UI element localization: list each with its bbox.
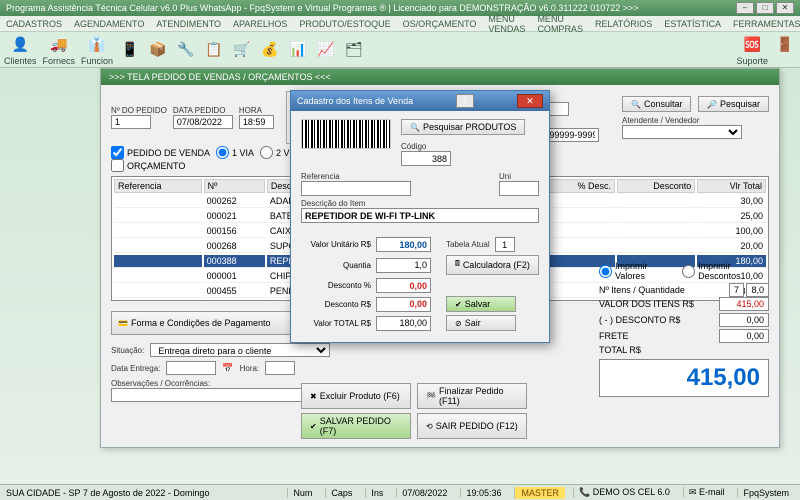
sair-pedido-button[interactable]: ⟲ SAIR PEDIDO (F12): [417, 413, 527, 439]
modal-close-button[interactable]: ✕: [517, 94, 543, 108]
via1-radio[interactable]: [216, 146, 229, 159]
pedido-no-input[interactable]: [111, 115, 151, 129]
excluir-button[interactable]: ✖ Excluir Produto (F6): [301, 383, 411, 409]
toolbar: 👤Clientes 🚚Fornecs 👔Funcion 📱 📦 🔧 📋 🛒 💰 …: [0, 32, 800, 68]
menu-item[interactable]: ESTATÍSTICA: [664, 19, 721, 29]
codigo-input[interactable]: [401, 151, 451, 166]
hora-input[interactable]: [239, 115, 274, 129]
finalizar-button[interactable]: 🏁 Finalizar Pedido (F11): [417, 383, 527, 409]
item-modal: Cadastro dos Itens de Venda ? ✕ 🔍 Pesqui…: [290, 90, 550, 343]
toolbar-btn[interactable]: 🗂: [343, 39, 365, 61]
modal-title: Cadastro dos Itens de Venda: [297, 96, 413, 106]
via2-radio[interactable]: [260, 146, 273, 159]
forma-pagamento-button[interactable]: 💳 Forma e Condições de Pagamento: [111, 311, 311, 335]
menu-item[interactable]: PRODUTO/ESTOQUE: [299, 19, 390, 29]
atendente-select[interactable]: [622, 125, 742, 139]
maximize-button[interactable]: □: [756, 2, 774, 14]
data-entrega-input[interactable]: [166, 361, 216, 375]
data-input[interactable]: [173, 115, 233, 129]
toolbar-suporte[interactable]: 🆘Suporte: [736, 34, 768, 66]
menubar: CADASTROS AGENDAMENTO ATENDIMENTO APAREL…: [0, 16, 800, 32]
toolbar-fornec[interactable]: 🚚Fornecs: [43, 34, 76, 66]
toolbar-btn[interactable]: 💰: [259, 39, 281, 61]
modal-salvar-button[interactable]: ✔ Salvar: [446, 296, 516, 312]
valor-unitario-input[interactable]: [376, 237, 431, 252]
grand-total: 415,00: [599, 359, 769, 397]
totals-panel: Imprimir Valores Imprimir Descontos Nº I…: [599, 261, 769, 397]
pesquisar-button[interactable]: 🔎 Pesquisar: [698, 96, 769, 112]
menu-item[interactable]: RELATÓRIOS: [595, 19, 652, 29]
menu-item[interactable]: APARELHOS: [233, 19, 287, 29]
menu-item[interactable]: OS/ORÇAMENTO: [403, 19, 477, 29]
tipo-venda-check[interactable]: [111, 146, 124, 159]
window-titlebar: Programa Assistência Técnica Celular v6.…: [0, 0, 800, 16]
minimize-button[interactable]: –: [736, 2, 754, 14]
menu-item[interactable]: AGENDAMENTO: [74, 19, 144, 29]
print-valores-radio[interactable]: [599, 265, 612, 278]
uni-input[interactable]: [499, 181, 539, 196]
close-button[interactable]: ✕: [776, 2, 794, 14]
valor-total-input[interactable]: [376, 316, 431, 331]
toolbar-btn[interactable]: 📊: [287, 39, 309, 61]
toolbar-btn[interactable]: 📱: [119, 39, 141, 61]
toolbar-btn[interactable]: 🔧: [175, 39, 197, 61]
toolbar-btn[interactable]: 📈: [315, 39, 337, 61]
calendar-icon[interactable]: 📅: [222, 363, 233, 374]
situacao-select[interactable]: Entrega direto para o cliente: [150, 343, 330, 357]
tipo-orcamento-check[interactable]: [111, 159, 124, 172]
toolbar-funcion[interactable]: 👔Funcion: [81, 34, 113, 66]
toolbar-btn[interactable]: 🛒: [231, 39, 253, 61]
toolbar-btn[interactable]: 📦: [147, 39, 169, 61]
menu-item[interactable]: MENU VENDAS: [488, 14, 525, 34]
toolbar-exit[interactable]: 🚪: [774, 34, 796, 66]
menu-item[interactable]: FERRAMENTAS: [733, 19, 800, 29]
quantia-input[interactable]: [376, 258, 431, 273]
modal-help-button[interactable]: ?: [456, 94, 474, 108]
statusbar: SUA CIDADE - SP 7 de Agosto de 2022 - Do…: [0, 484, 800, 500]
descitem-input[interactable]: [301, 208, 539, 223]
desconto-rs-input[interactable]: [376, 297, 431, 312]
toolbar-btn[interactable]: 📋: [203, 39, 225, 61]
salvar-pedido-button[interactable]: ✔ SALVAR PEDIDO (F7): [301, 413, 411, 439]
pesquisar-produtos-button[interactable]: 🔍 Pesquisar PRODUTOS: [401, 119, 525, 135]
toolbar-clientes[interactable]: 👤Clientes: [4, 34, 37, 66]
consultar-button[interactable]: 🔍 Consultar: [622, 96, 692, 112]
print-desc-radio[interactable]: [682, 265, 695, 278]
menu-item[interactable]: CADASTROS: [6, 19, 62, 29]
calculadora-button[interactable]: 🖩 Calculadora (F2): [446, 255, 539, 275]
desconto-pct-input[interactable]: [376, 278, 431, 293]
menu-item[interactable]: MENU COMPRAS: [537, 14, 583, 34]
tabela-input[interactable]: [495, 237, 515, 252]
hora-entrega-input[interactable]: [265, 361, 295, 375]
menu-item[interactable]: ATENDIMENTO: [156, 19, 221, 29]
modal-sair-button[interactable]: ⊘ Sair: [446, 315, 516, 331]
ref-input[interactable]: [301, 181, 411, 196]
window-title: Programa Assistência Técnica Celular v6.…: [6, 3, 639, 13]
barcode-icon: [301, 119, 391, 149]
sales-title: >>> TELA PEDIDO DE VENDAS / ORÇAMENTOS <…: [101, 69, 779, 85]
